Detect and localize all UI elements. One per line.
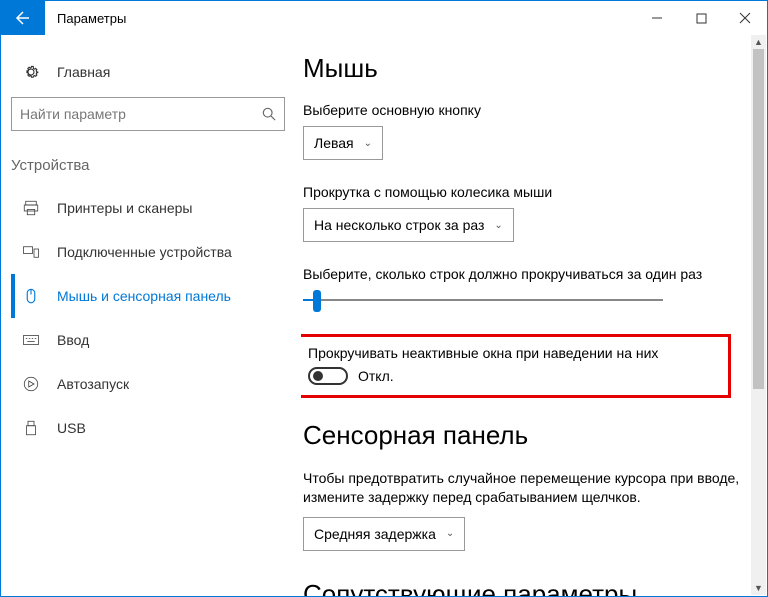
- sidebar-item-mouse[interactable]: Мышь и сенсорная панель: [11, 274, 301, 318]
- printer-icon: [19, 199, 43, 217]
- gear-icon: [19, 63, 43, 81]
- wheel-scroll-dropdown[interactable]: На несколько строк за раз ⌄: [303, 208, 514, 242]
- sidebar-item-usb[interactable]: USB: [11, 406, 301, 450]
- dropdown-value: На несколько строк за раз: [314, 217, 484, 233]
- search-input-wrap[interactable]: [11, 97, 285, 131]
- mouse-icon: [19, 287, 43, 305]
- sidebar-item-label: Принтеры и сканеры: [57, 200, 192, 216]
- heading-touchpad: Сенсорная панель: [303, 420, 747, 451]
- primary-button-label: Выберите основную кнопку: [303, 102, 747, 118]
- touchpad-desc: Чтобы предотвратить случайное перемещени…: [303, 469, 747, 507]
- home-button[interactable]: Главная: [11, 55, 301, 97]
- sidebar-item-label: Автозапуск: [57, 376, 129, 392]
- category-label: Устройства: [11, 151, 301, 186]
- minimize-icon: [651, 12, 663, 24]
- sidebar-item-label: Подключенные устройства: [57, 244, 232, 260]
- autoplay-icon: [19, 375, 43, 393]
- usb-icon: [19, 419, 43, 437]
- inactive-scroll-label: Прокручивать неактивные окна при наведен…: [308, 345, 718, 361]
- slider-track: [303, 299, 663, 301]
- touchpad-delay-dropdown[interactable]: Средняя задержка ⌄: [303, 517, 465, 551]
- minimize-button[interactable]: [635, 1, 679, 35]
- close-icon: [739, 12, 751, 24]
- devices-icon: [19, 243, 43, 261]
- window-title: Параметры: [45, 11, 126, 26]
- chevron-down-icon: ⌄: [494, 220, 502, 231]
- wheel-scroll-label: Прокрутка с помощью колесика мыши: [303, 184, 747, 200]
- sidebar-item-autoplay[interactable]: Автозапуск: [11, 362, 301, 406]
- chevron-down-icon: ⌄: [446, 528, 454, 539]
- dropdown-value: Левая: [314, 135, 354, 151]
- search-input[interactable]: [20, 106, 262, 122]
- dropdown-value: Средняя задержка: [314, 526, 436, 542]
- maximize-button[interactable]: [679, 1, 723, 35]
- toggle-state: Откл.: [358, 368, 394, 384]
- slider-thumb[interactable]: [313, 290, 321, 312]
- heading-mouse: Мышь: [303, 53, 747, 84]
- back-arrow-icon: [15, 10, 31, 26]
- main-panel: Мышь Выберите основную кнопку Левая ⌄ Пр…: [301, 35, 767, 596]
- lines-slider[interactable]: [303, 290, 663, 310]
- close-button[interactable]: [723, 1, 767, 35]
- scroll-up-arrow[interactable]: ▲: [751, 35, 766, 49]
- inactive-scroll-toggle[interactable]: [308, 367, 348, 385]
- heading-related: Сопутствующие параметры: [303, 579, 747, 596]
- sidebar-item-label: Мышь и сенсорная панель: [57, 288, 231, 304]
- sidebar-item-typing[interactable]: Ввод: [11, 318, 301, 362]
- lines-label: Выберите, сколько строк должно прокручив…: [303, 266, 747, 282]
- sidebar-item-printers[interactable]: Принтеры и сканеры: [11, 186, 301, 230]
- window-controls: [635, 1, 767, 35]
- search-icon: [262, 107, 276, 121]
- titlebar: Параметры: [1, 1, 767, 35]
- primary-button-dropdown[interactable]: Левая ⌄: [303, 126, 383, 160]
- sidebar-item-connected[interactable]: Подключенные устройства: [11, 230, 301, 274]
- keyboard-icon: [19, 331, 43, 349]
- sidebar: Главная Устройства Принтеры и сканеры По…: [1, 35, 301, 596]
- sidebar-item-label: Ввод: [57, 332, 89, 348]
- scrollbar-thumb[interactable]: [753, 49, 764, 389]
- highlighted-setting: Прокручивать неактивные окна при наведен…: [301, 334, 731, 398]
- scroll-down-arrow[interactable]: ▼: [751, 581, 766, 595]
- maximize-icon: [696, 13, 707, 24]
- sidebar-item-label: USB: [57, 420, 86, 436]
- chevron-down-icon: ⌄: [364, 138, 372, 149]
- vertical-scrollbar[interactable]: ▲ ▼: [751, 35, 766, 595]
- toggle-knob: [313, 371, 323, 381]
- back-button[interactable]: [1, 1, 45, 35]
- home-label: Главная: [57, 64, 110, 80]
